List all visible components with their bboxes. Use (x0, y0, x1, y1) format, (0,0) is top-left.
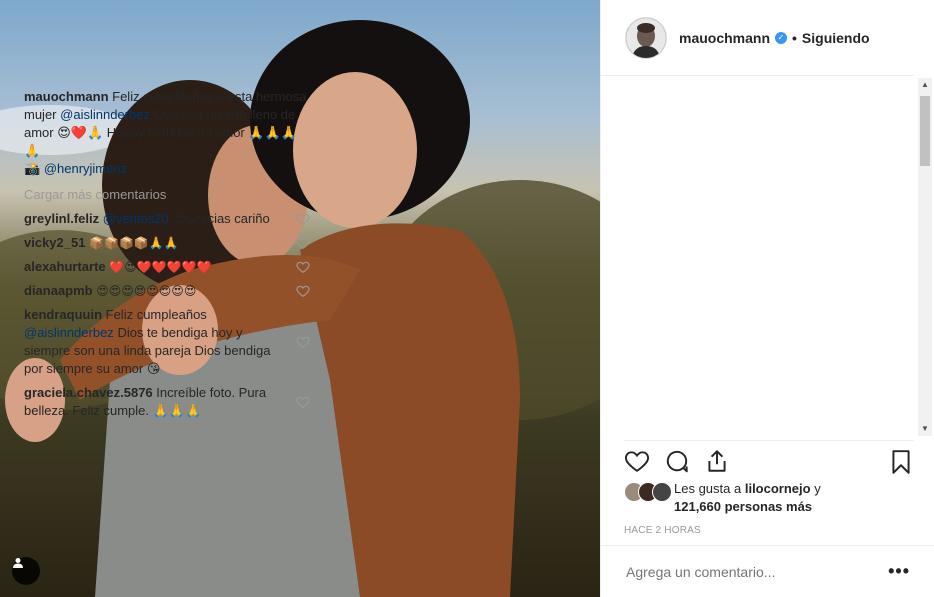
header-separator: • (792, 29, 797, 46)
comment-mention[interactable]: @aislinnderbez (24, 325, 114, 340)
post-caption: mauochmann Feliz cumpleaños a esta hermo… (24, 88, 310, 178)
likes-summary: Les gusta a lilocornejo y 121,660 person… (624, 480, 914, 516)
comment-mention[interactable]: @veritos20 (103, 211, 169, 226)
comment-text: ❤️😍❤️❤️❤️❤️❤️ (109, 260, 212, 274)
post-timestamp[interactable]: HACE 2 HORAS (624, 525, 701, 536)
comment-text: 😍😍😍😍😍😍😍😍 (96, 284, 197, 298)
comment-text: 📦📦📦📦🙏🙏 (89, 236, 179, 250)
caption-mention[interactable]: @aislinnderbez (60, 107, 150, 122)
scroll-up-arrow-icon[interactable]: ▲ (918, 78, 932, 92)
add-comment-bar: ••• (600, 545, 934, 597)
comment-item: greylinl.feliz @veritos20 😍Gracias cariñ… (24, 210, 310, 228)
author-username[interactable]: mauochmann (679, 30, 770, 46)
user-icon (13, 558, 23, 568)
author-avatar[interactable] (625, 16, 667, 59)
comment-user[interactable]: alexahurtarte (24, 259, 106, 274)
action-bar (624, 440, 914, 481)
share-icon[interactable] (704, 448, 730, 474)
comment-item: vicky2_51 📦📦📦📦🙏🙏 (24, 234, 310, 252)
comment-text: 😍Gracias cariño (172, 211, 270, 226)
comment-item: dianaapmb 😍😍😍😍😍😍😍😍 (24, 282, 310, 300)
like-heart-icon[interactable] (624, 448, 650, 474)
like-comment-heart-icon[interactable] (296, 236, 310, 250)
like-comment-heart-icon[interactable] (296, 212, 310, 226)
comment-user[interactable]: vicky2_51 (24, 235, 85, 250)
likes-count[interactable]: 121,660 personas más (674, 499, 812, 514)
post-header: mauochmann ✓ • Siguiendo (601, 0, 914, 76)
bookmark-icon[interactable] (888, 449, 914, 475)
comment-item: alexahurtarte ❤️😍❤️❤️❤️❤️❤️ (24, 258, 310, 276)
likes-user[interactable]: lilocornejo (745, 481, 811, 496)
comment-text-before: Feliz cumpleaños (105, 307, 207, 322)
avatar-portrait (626, 17, 666, 58)
likes-connector: y (814, 481, 821, 496)
verified-badge-icon: ✓ (775, 31, 788, 44)
liker-avatar (652, 482, 672, 502)
load-more-comments-button[interactable]: Cargar más comentarios (24, 186, 310, 204)
comment-user[interactable]: dianaapmb (24, 283, 93, 298)
comment-user[interactable]: greylinl.feliz (24, 211, 99, 226)
add-comment-input[interactable] (624, 562, 889, 581)
comment-item: graciela.chavez.5876 Increíble foto. Pur… (24, 384, 310, 420)
comment-item: kendraquuin Feliz cumpleaños @aislinnder… (24, 306, 310, 378)
like-comment-heart-icon[interactable] (296, 284, 310, 298)
comment-user[interactable]: kendraquuin (24, 307, 102, 322)
likes-prefix: Les gusta a (674, 481, 742, 496)
like-comment-heart-icon[interactable] (296, 335, 310, 349)
tagged-users-button[interactable] (12, 557, 40, 585)
comments-list[interactable]: mauochmann Feliz cumpleaños a esta hermo… (24, 88, 310, 438)
comments-scrollbar[interactable]: ▲ ▼ (918, 78, 932, 436)
comment-user[interactable]: graciela.chavez.5876 (24, 385, 153, 400)
liker-avatars[interactable] (624, 482, 672, 516)
credit-mention[interactable]: @henryjimenz (44, 161, 127, 176)
caption-author[interactable]: mauochmann (24, 89, 109, 104)
following-button[interactable]: Siguiendo (802, 30, 870, 46)
comment-bubble-icon[interactable] (664, 448, 690, 474)
camera-icon: 📸 (24, 161, 41, 176)
scrollbar-thumb[interactable] (920, 96, 930, 166)
more-options-icon[interactable]: ••• (888, 561, 910, 582)
like-comment-heart-icon[interactable] (296, 260, 310, 274)
like-comment-heart-icon[interactable] (296, 395, 310, 409)
scroll-down-arrow-icon[interactable]: ▼ (918, 422, 932, 436)
